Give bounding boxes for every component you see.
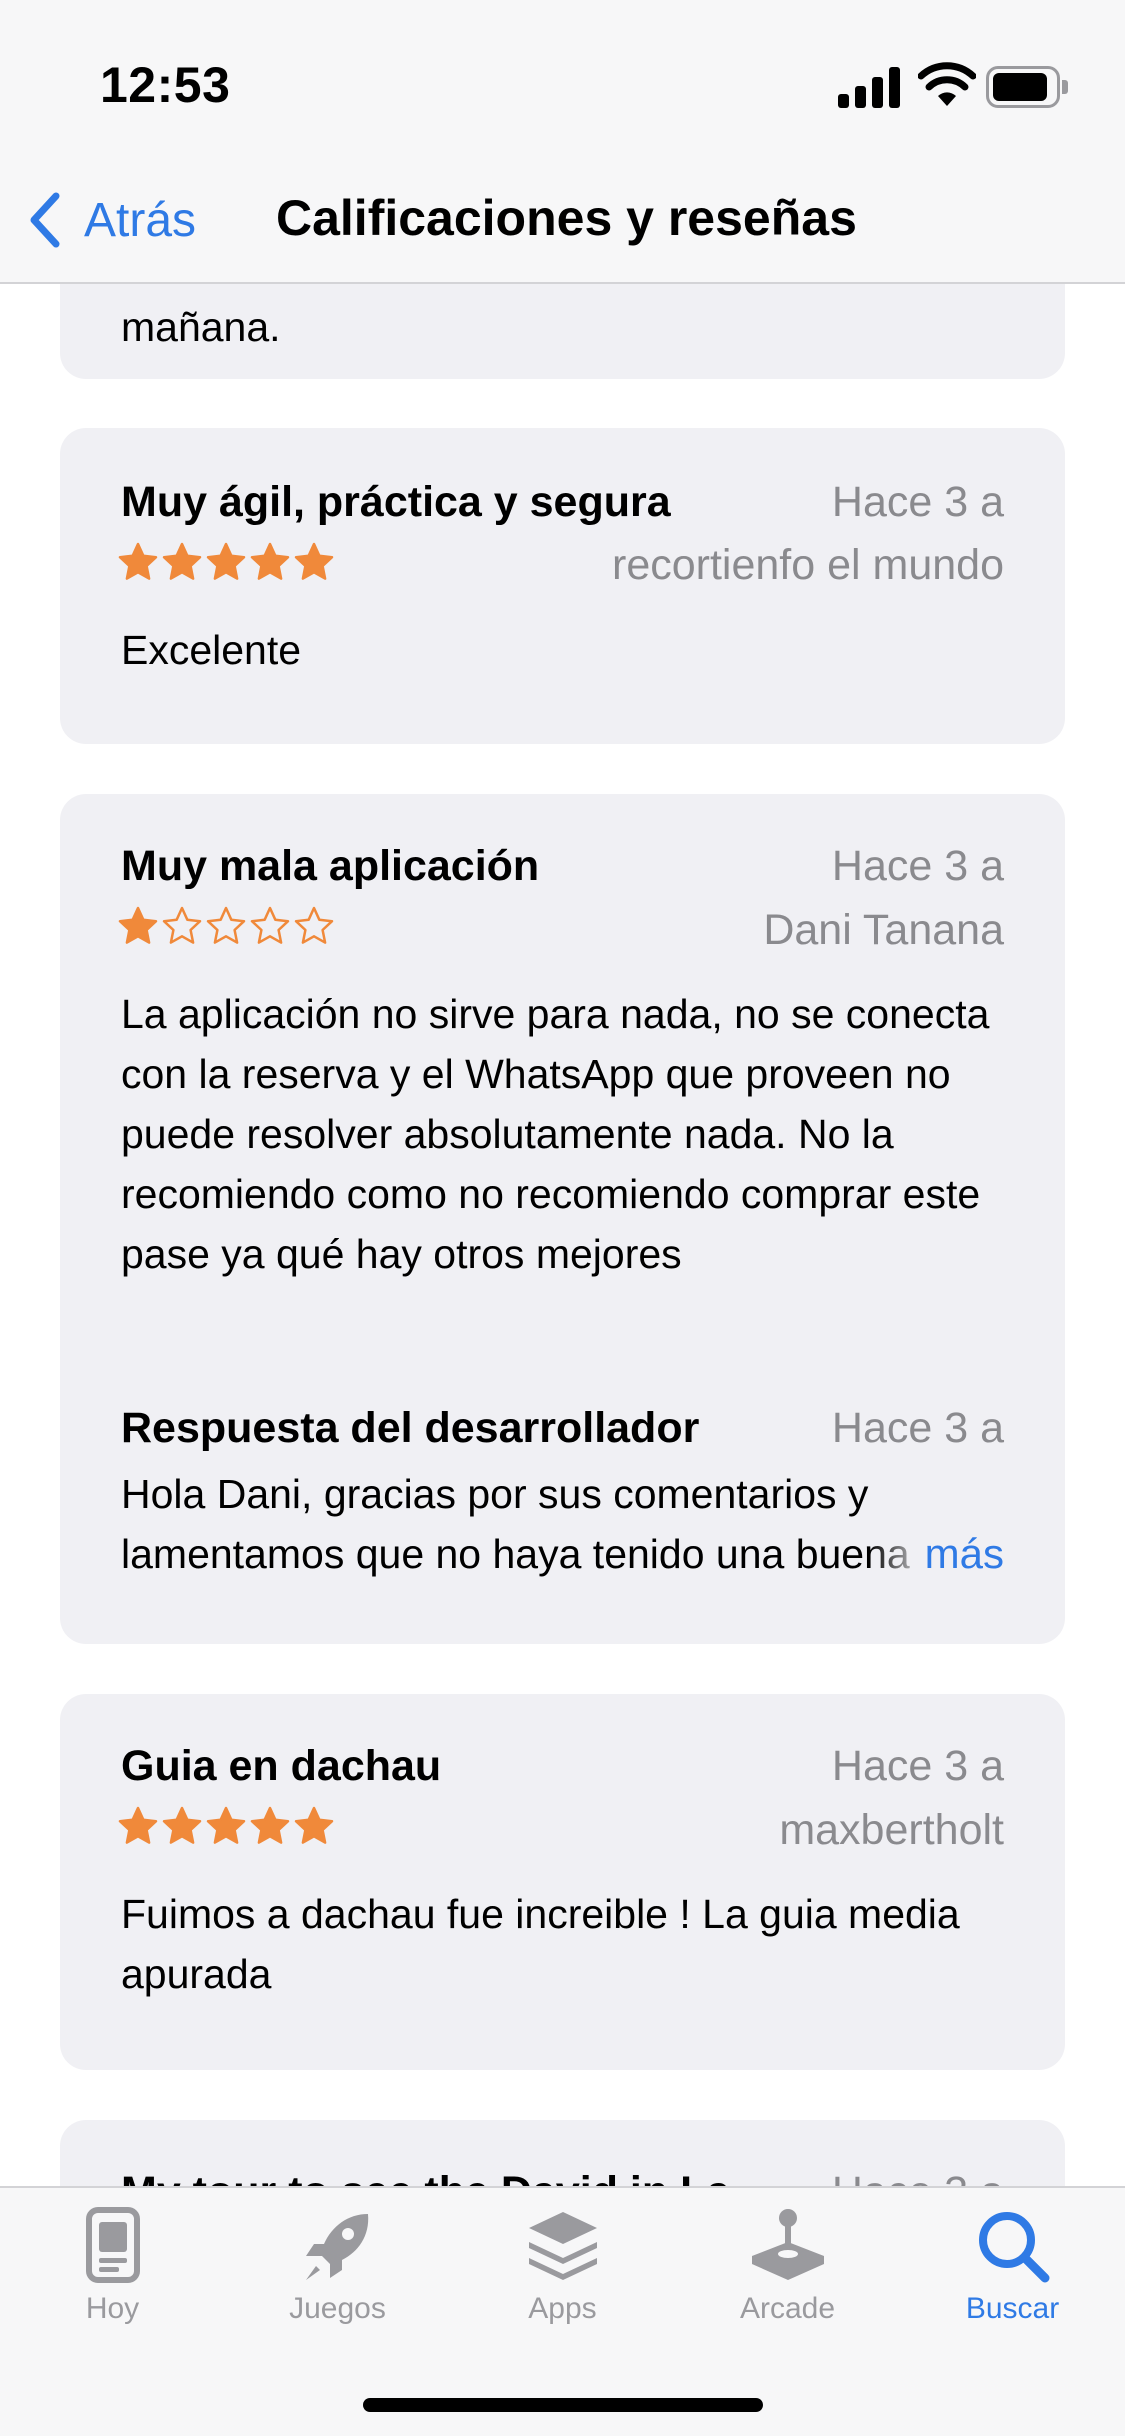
review-date: Hace 3 a <box>832 2168 1004 2186</box>
review-body: mañana. <box>121 304 281 350</box>
review-author: maxbertholt <box>779 1806 1004 1854</box>
review-title: Guia en dachau <box>121 1742 442 1790</box>
review-title: My tour to see the David in La <box>121 2168 730 2186</box>
home-indicator <box>363 2398 763 2412</box>
page-title: Calificaciones y reseñas <box>276 190 857 246</box>
today-icon <box>85 2207 140 2283</box>
review-author: recortienfo el mundo <box>612 541 1004 589</box>
navigation-bar: Atrás Calificaciones y reseñas <box>0 170 1125 284</box>
star-empty-icon <box>250 906 290 944</box>
tab-label: Juegos <box>289 2292 386 2325</box>
wifi-icon <box>917 62 977 108</box>
star-filled-icon <box>162 542 202 580</box>
review-author: Dani Tanana <box>763 906 1004 954</box>
review-card[interactable]: mañana. <box>60 284 1065 379</box>
search-icon <box>978 2212 1049 2283</box>
developer-response-line: Hola Dani, gracias por sus comentarios y <box>121 1471 869 1517</box>
review-card[interactable]: Muy mala aplicación Hace 3 a Dani Tanana… <box>60 794 1065 1644</box>
review-card[interactable]: Muy ágil, práctica y segura Hace 3 a rec… <box>60 428 1065 744</box>
tab-hoy[interactable]: Hoy <box>0 2206 225 2336</box>
tab-label: Hoy <box>85 2292 140 2325</box>
star-filled-icon <box>294 1806 334 1844</box>
tab-bar: Hoy Juegos Apps Arcade Buscar <box>0 2186 1125 2436</box>
review-card[interactable]: Guia en dachau Hace 3 a maxbertholt Fuim… <box>60 1694 1065 2070</box>
back-button[interactable]: Atrás <box>24 184 196 256</box>
review-date: Hace 3 a <box>831 1742 1004 1790</box>
star-filled-icon <box>118 906 158 944</box>
developer-response-date: Hace 3 a <box>831 1404 1004 1452</box>
status-bar: 12:53 <box>0 0 1125 170</box>
review-date: Hace 3 a <box>831 842 1004 890</box>
review-card[interactable]: My tour to see the David in La Hace 3 a <box>60 2120 1065 2186</box>
cellular-signal-icon <box>838 66 900 108</box>
tab-label: Buscar <box>965 2292 1060 2325</box>
star-filled-icon <box>118 542 158 580</box>
review-title: Muy mala aplicación <box>121 842 540 890</box>
back-label: Atrás <box>84 193 197 247</box>
apps-stack-icon <box>528 2212 597 2280</box>
review-body: Fuimos a dachau fue increible ! La guia … <box>121 1891 960 1997</box>
star-empty-icon <box>162 906 202 944</box>
tab-arcade[interactable]: Arcade <box>675 2206 900 2336</box>
star-filled-icon <box>162 1806 202 1844</box>
review-body: Excelente <box>121 627 302 673</box>
star-rating <box>118 542 334 582</box>
star-filled-icon <box>250 1806 290 1844</box>
star-rating <box>118 906 334 946</box>
status-time: 12:53 <box>100 57 231 113</box>
reviews-list[interactable]: mañana. Muy ágil, práctica y segura Hace… <box>0 284 1125 2186</box>
star-filled-icon <box>206 1806 246 1844</box>
more-link[interactable]: más <box>868 1524 1004 1584</box>
star-filled-icon <box>250 542 290 580</box>
battery-icon <box>986 66 1068 108</box>
tab-apps[interactable]: Apps <box>450 2206 675 2336</box>
review-date: Hace 3 a <box>831 478 1004 526</box>
star-empty-icon <box>294 906 334 944</box>
tab-juegos[interactable]: Juegos <box>225 2206 450 2336</box>
review-body: La aplicación no sirve para nada, no se … <box>121 991 990 1277</box>
joystick-icon <box>751 2209 824 2280</box>
tab-label: Arcade <box>739 2292 836 2325</box>
rocket-icon <box>305 2214 368 2280</box>
star-filled-icon <box>206 542 246 580</box>
star-filled-icon <box>118 1806 158 1844</box>
review-title: Muy ágil, práctica y segura <box>121 478 671 526</box>
star-rating <box>118 1806 334 1846</box>
tab-label: Apps <box>528 2292 597 2325</box>
star-empty-icon <box>206 906 246 944</box>
tab-buscar[interactable]: Buscar <box>900 2206 1125 2336</box>
chevron-left-icon <box>30 192 60 248</box>
developer-response-title: Respuesta del desarrollador <box>121 1404 700 1452</box>
star-filled-icon <box>294 542 334 580</box>
